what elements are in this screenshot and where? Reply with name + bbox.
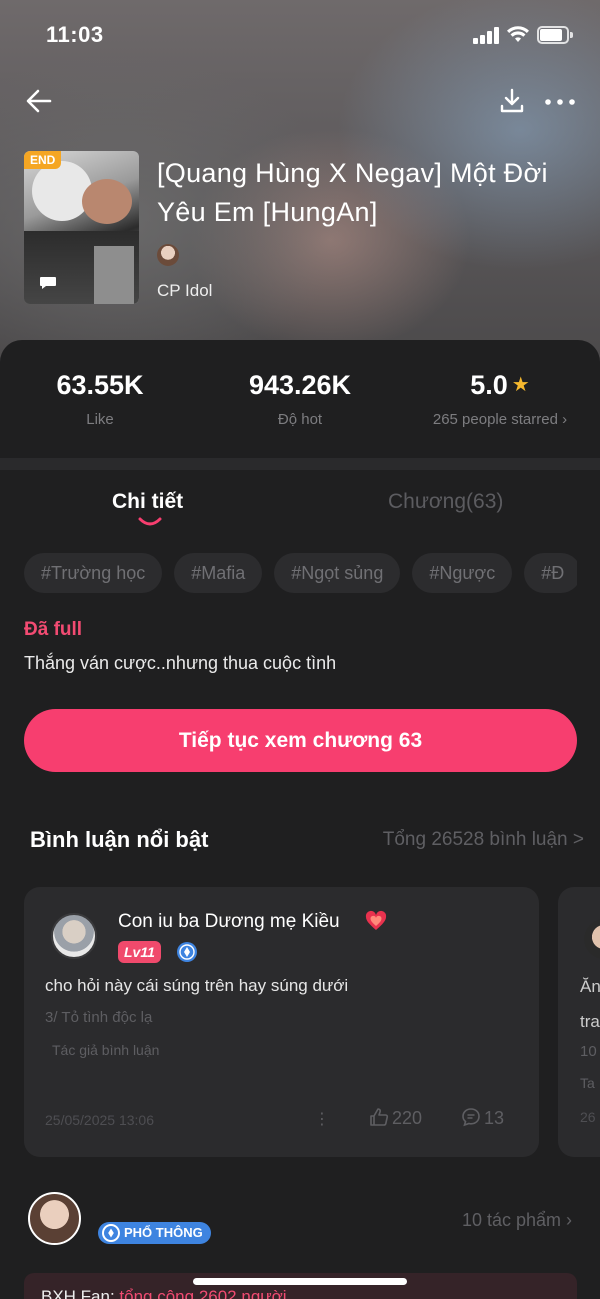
tag-item[interactable]: #Đ (524, 553, 577, 593)
level-badge: Lv11 (118, 941, 161, 963)
completion-status: Đã full (24, 619, 83, 640)
cellular-signal-icon (473, 26, 501, 44)
next-comment-line: tra (580, 1012, 600, 1031)
likes-value: 63.55K (56, 370, 144, 400)
tag-item[interactable]: #Trường học (24, 553, 163, 593)
like-count: 220 (392, 1108, 423, 1128)
chat-bubble-icon (40, 277, 56, 289)
comments-total-link[interactable]: Tổng 26528 bình luận > (383, 829, 584, 851)
likes-label: Like (86, 411, 114, 428)
download-icon[interactable] (497, 86, 527, 116)
reply-bubble-icon (462, 1108, 480, 1127)
tab-detail[interactable]: Chi tiết (112, 490, 183, 514)
tag-item[interactable]: #Ngọt sủng (274, 553, 401, 593)
fan-ranking-prefix: BXH Fan: (41, 1287, 120, 1299)
tag-item[interactable]: #Ngược (412, 553, 513, 593)
wifi-icon (507, 26, 529, 42)
story-cover-image[interactable]: END (24, 151, 139, 304)
likes-stat: 63.55K Like (0, 370, 200, 428)
tab-chapters[interactable]: Chương(63) (388, 490, 503, 514)
next-comment-line: 26 (580, 1109, 596, 1125)
detail-panel: 63.55K Like 943.26K Độ hot 5.0 ★ 265 peop… (0, 340, 600, 1299)
comment-like-button[interactable]: 220 (369, 1107, 422, 1131)
status-time: 11:03 (46, 22, 104, 47)
commenter-avatar[interactable] (584, 919, 600, 959)
gem-badge-icon (102, 1224, 120, 1242)
author-avatar[interactable] (157, 244, 179, 266)
comment-reply-button[interactable]: 13 (461, 1107, 504, 1131)
gem-badge-icon (177, 942, 197, 962)
back-arrow-icon[interactable] (24, 86, 54, 116)
battery-icon (537, 26, 573, 44)
comment-date: 25/05/2025 13:06 (45, 1112, 154, 1128)
fan-ranking-count: tổng cộng 2602 người (119, 1287, 287, 1299)
tag-list: #Trường học #Mafia #Ngọt sủng #Ngược #Đ (24, 553, 577, 593)
section-divider (0, 458, 600, 470)
hot-value: 943.26K (248, 370, 352, 400)
home-indicator (193, 1278, 407, 1285)
author-comment-label: Tác giả bình luận (52, 1042, 160, 1058)
commenter-name[interactable]: Con iu ba Dương mẹ Kiều (118, 911, 340, 933)
commenter-avatar[interactable] (51, 913, 97, 959)
status-bar: 11:03 (0, 0, 600, 70)
thumbs-up-icon (370, 1108, 389, 1126)
comment-more-icon[interactable]: ⋮ (314, 1112, 330, 1130)
tab-active-indicator (138, 517, 162, 526)
story-title: [Quang Hùng X Negav] Một Đời Yêu Em [Hun… (157, 158, 548, 227)
comments-heading: Bình luận nổi bật (30, 827, 209, 852)
rating-stat[interactable]: 5.0 ★ 265 people starred › (400, 370, 600, 428)
next-comment-line: 10 (580, 1043, 597, 1060)
tag-item[interactable]: #Mafia (174, 553, 263, 593)
more-options-icon[interactable] (544, 92, 576, 112)
heart-badge-icon (365, 910, 387, 930)
author-works-link[interactable]: 10 tác phẩm › (462, 1210, 572, 1231)
next-comment-line: Ta (580, 1075, 595, 1091)
star-icon: ★ (511, 374, 530, 396)
fan-ranking-banner[interactable]: BXH Fan: tổng cộng 2602 người (24, 1273, 577, 1299)
comment-card[interactable]: Con iu ba Dương mẹ Kiều Lv11 cho hỏi này… (24, 887, 539, 1157)
reply-count: 13 (484, 1108, 505, 1128)
rating-label: 265 people starred › (432, 411, 568, 428)
end-badge: END (24, 151, 62, 169)
comment-chapter-ref[interactable]: 3/ Tỏ tình độc lạ (45, 1009, 152, 1026)
next-comment-line: Ăn (580, 977, 600, 996)
continue-reading-button[interactable]: Tiếp tục xem chương 63 (24, 709, 577, 772)
hot-stat: 943.26K Độ hot (200, 370, 400, 428)
story-category[interactable]: CP Idol (157, 281, 212, 301)
comment-text: cho hỏi này cái súng trên hay súng dưới (45, 976, 349, 995)
hot-label: Độ hot (277, 411, 323, 428)
comment-card-next[interactable]: Ăn tra 10 Ta 26 (558, 887, 600, 1157)
story-summary: Thắng ván cược..nhưng thua cuộc tình (24, 653, 337, 673)
story-author-avatar[interactable] (28, 1192, 81, 1245)
rating-value: 5.0 (470, 370, 508, 400)
